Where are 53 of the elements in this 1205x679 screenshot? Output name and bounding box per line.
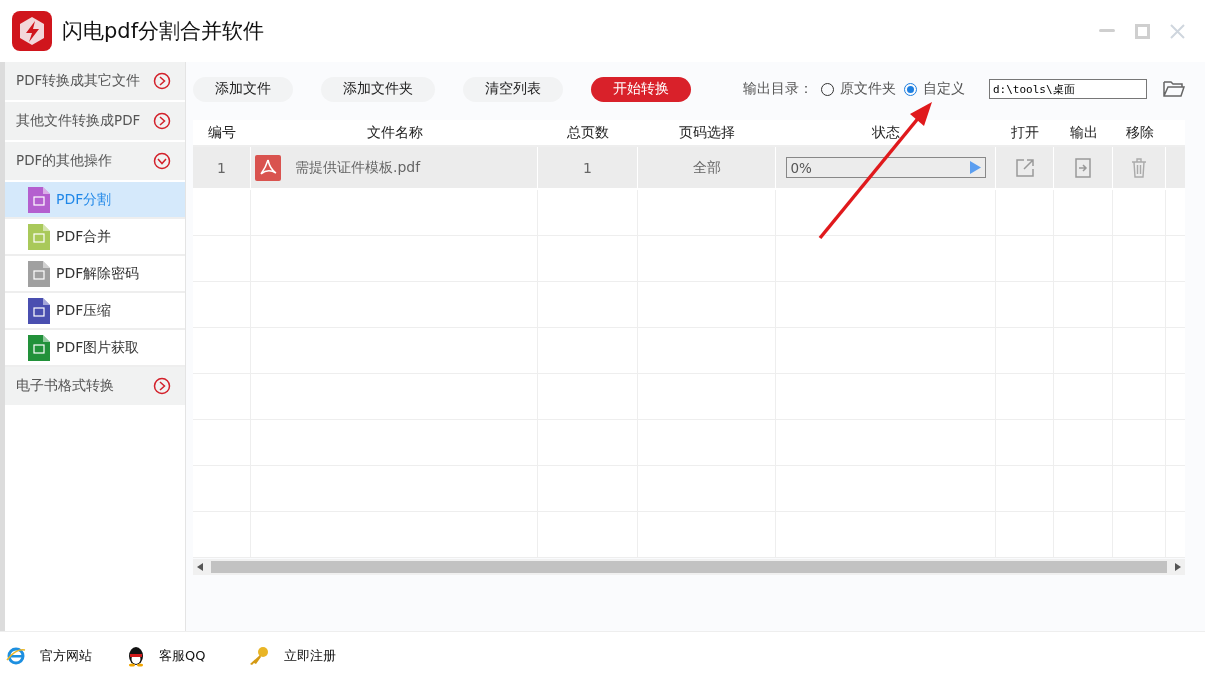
path-field[interactable]: d:\tools\桌面: [989, 79, 1147, 99]
scroll-left-icon[interactable]: [197, 563, 203, 571]
column-header: 总页数: [566, 122, 610, 142]
sidebar-group-label: 电子书格式转换: [16, 377, 114, 395]
toolbar-button[interactable]: 添加文件: [193, 76, 293, 102]
chevron-right-icon: [153, 377, 171, 395]
footer-link[interactable]: 官方网站: [6, 645, 127, 666]
pdf-file-icon: [255, 154, 281, 181]
penguin-icon: [127, 644, 145, 667]
globe-e-icon: [6, 645, 26, 666]
column-header: 文件名称: [365, 122, 424, 142]
folder-icon[interactable]: [1163, 80, 1185, 98]
minimize-icon[interactable]: [1099, 29, 1115, 33]
sidebar-group[interactable]: PDF转换成其它文件: [5, 62, 185, 102]
toolbar-button[interactable]: 添加文件夹: [321, 76, 435, 102]
horizontal-scrollbar[interactable]: [193, 559, 1185, 575]
key-icon: [248, 645, 270, 666]
play-icon[interactable]: [969, 161, 981, 174]
column-header: 移除: [1124, 122, 1155, 142]
footer-link[interactable]: 客服QQ: [127, 644, 248, 667]
start-button[interactable]: 开始转换: [591, 76, 691, 102]
column-header: 输出: [1068, 122, 1099, 142]
sidebar-group[interactable]: 电子书格式转换: [5, 367, 185, 407]
column-header: 页码选择: [678, 122, 736, 142]
app-logo-icon: [12, 11, 52, 51]
column-header: 打开: [1010, 122, 1040, 142]
chevron-down-icon: [153, 152, 171, 170]
table-cell: 1: [193, 147, 251, 188]
trash-icon[interactable]: [1131, 157, 1147, 178]
toolbar-button[interactable]: 清空列表: [463, 76, 563, 102]
radio-option[interactable]: 自定义: [904, 80, 965, 98]
open-external-icon[interactable]: [1014, 157, 1035, 178]
table-cell: 1: [538, 147, 638, 188]
column-header: 状态: [871, 122, 901, 142]
footer-link[interactable]: 立即注册: [248, 645, 369, 666]
progress-reading: 0%: [790, 159, 813, 176]
table-cell: 全部: [638, 147, 776, 188]
column-header: 编号: [207, 122, 237, 142]
radio-option[interactable]: 原文件夹: [821, 80, 896, 98]
maximize-icon[interactable]: [1135, 23, 1150, 39]
close-icon[interactable]: [1170, 23, 1185, 39]
sidebar-group-label: 其他文件转换成PDF: [16, 112, 141, 130]
output-label: 输出目录：: [743, 80, 813, 98]
window-title: 闪电pdf分割合并软件: [62, 18, 266, 45]
sidebar-group-label: PDF的其他操作: [16, 152, 113, 170]
export-icon[interactable]: [1075, 157, 1091, 178]
sidebar-group[interactable]: PDF的其他操作: [5, 142, 185, 182]
sidebar-group-label: PDF转换成其它文件: [16, 72, 141, 90]
scroll-right-icon[interactable]: [1175, 563, 1181, 571]
sidebar-group[interactable]: 其他文件转换成PDF: [5, 102, 185, 142]
file-name: 需提供证件模板.pdf: [295, 158, 421, 177]
chevron-right-icon: [153, 72, 171, 90]
chevron-right-icon: [153, 112, 171, 130]
